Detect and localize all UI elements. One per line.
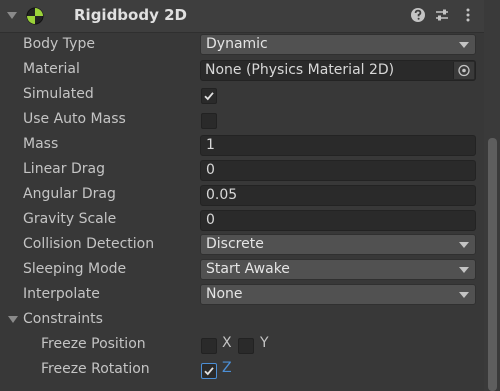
interpolate-dropdown[interactable]: None [200, 284, 476, 305]
dropdown-arrow-icon [459, 267, 469, 273]
checkmark-icon [204, 92, 214, 101]
interpolate-row: Interpolate None [0, 283, 484, 308]
target-icon [458, 64, 470, 77]
inspector-scrollbar[interactable] [484, 0, 500, 391]
interpolate-label: Interpolate [23, 286, 100, 302]
gravity-scale-input[interactable]: 0 [200, 210, 476, 231]
freeze-rotation-z-label: Z [222, 360, 232, 376]
angular-drag-input[interactable]: 0.05 [200, 185, 476, 206]
freeze-position-row: Freeze Position X Y [0, 333, 484, 358]
dropdown-arrow-icon [459, 292, 469, 298]
gravity-scale-row: Gravity Scale 0 [0, 208, 484, 233]
gravity-scale-label[interactable]: Gravity Scale [23, 211, 116, 227]
collision-detection-label: Collision Detection [23, 236, 155, 252]
material-label: Material [23, 61, 80, 77]
freeze-position-x-label: X [222, 335, 232, 351]
sleeping-mode-dropdown[interactable]: Start Awake [200, 259, 476, 280]
collision-detection-value: Discrete [206, 236, 264, 252]
object-picker-button[interactable] [453, 62, 474, 79]
body-type-label: Body Type [23, 36, 95, 52]
material-value: None (Physics Material 2D) [205, 62, 395, 78]
linear-drag-row: Linear Drag 0 [0, 158, 484, 183]
freeze-rotation-label: Freeze Rotation [41, 361, 150, 377]
angular-drag-row: Angular Drag 0.05 [0, 183, 484, 208]
linear-drag-label[interactable]: Linear Drag [23, 161, 105, 177]
use-auto-mass-row: Use Auto Mass [0, 108, 484, 133]
linear-drag-input[interactable]: 0 [200, 160, 476, 181]
material-object-field[interactable]: None (Physics Material 2D) [200, 60, 476, 81]
simulated-checkbox[interactable] [201, 88, 217, 104]
dropdown-arrow-icon [459, 42, 469, 48]
scrollbar-thumb[interactable] [488, 138, 497, 391]
freeze-rotation-z-checkbox[interactable] [201, 363, 217, 379]
rigidbody2d-icon [26, 7, 44, 25]
body-type-value: Dynamic [206, 36, 268, 52]
mass-input[interactable]: 1 [200, 135, 476, 156]
use-auto-mass-label: Use Auto Mass [23, 111, 126, 127]
simulated-row: Simulated [0, 83, 484, 108]
constraints-expand-arrow-icon[interactable] [8, 316, 18, 323]
component-title: Rigidbody 2D [74, 6, 187, 24]
freeze-position-label: Freeze Position [41, 336, 146, 352]
freeze-rotation-row: Freeze Rotation Z [0, 358, 484, 383]
freeze-position-y-label: Y [260, 335, 269, 351]
use-auto-mass-checkbox[interactable] [201, 113, 217, 129]
sleeping-mode-label: Sleeping Mode [23, 261, 127, 277]
body-type-row: Body Type Dynamic [0, 33, 484, 58]
constraints-foldout[interactable]: Constraints [0, 308, 484, 333]
simulated-label: Simulated [23, 86, 94, 102]
mass-row: Mass 1 [0, 133, 484, 158]
freeze-position-y-checkbox[interactable] [238, 338, 254, 354]
mass-label[interactable]: Mass [23, 136, 58, 152]
collapse-arrow-icon[interactable] [7, 12, 17, 19]
component-header[interactable]: Rigidbody 2D [0, 0, 484, 33]
dropdown-arrow-icon [459, 242, 469, 248]
interpolate-value: None [206, 286, 243, 302]
checkmark-icon [204, 367, 214, 376]
sleeping-mode-value: Start Awake [206, 261, 290, 277]
collision-detection-dropdown[interactable]: Discrete [200, 234, 476, 255]
material-row: Material None (Physics Material 2D) [0, 58, 484, 83]
constraints-label[interactable]: Constraints [23, 311, 103, 327]
collision-detection-row: Collision Detection Discrete [0, 233, 484, 258]
angular-drag-label[interactable]: Angular Drag [23, 186, 116, 202]
help-icon[interactable] [409, 6, 427, 24]
sleeping-mode-row: Sleeping Mode Start Awake [0, 258, 484, 283]
body-type-dropdown[interactable]: Dynamic [200, 34, 476, 55]
freeze-position-x-checkbox[interactable] [201, 338, 217, 354]
preset-icon[interactable] [433, 6, 451, 24]
kebab-menu-icon[interactable] [459, 6, 477, 24]
